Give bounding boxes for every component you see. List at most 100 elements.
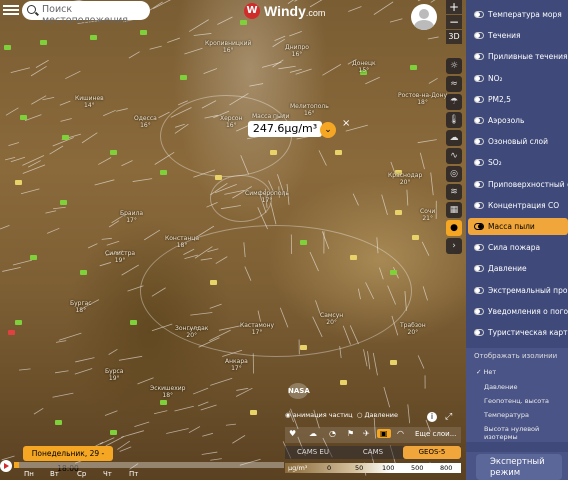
webcam-marker-icon[interactable] xyxy=(140,30,147,35)
webcam-marker-icon[interactable] xyxy=(15,180,22,185)
layer-item[interactable]: Сила пожара xyxy=(468,239,568,256)
webcam-marker-icon[interactable] xyxy=(90,35,97,40)
city-label[interactable]: Сочи 21° xyxy=(420,208,435,222)
zoom-in-button[interactable]: + xyxy=(446,0,462,14)
city-label[interactable]: Симферополь 17° xyxy=(245,190,289,204)
airplane-icon[interactable]: ✈ xyxy=(363,429,370,438)
city-label[interactable]: Масса пыли xyxy=(252,113,289,120)
particles-toggle[interactable]: ◉ анимация частиц ○ Давление xyxy=(285,411,398,419)
city-label[interactable]: Кастамону 17° xyxy=(240,322,274,336)
city-label[interactable]: Бургас 18° xyxy=(70,300,92,314)
fullscreen-icon[interactable]: ⤢ xyxy=(445,412,452,422)
webcam-marker-icon[interactable] xyxy=(340,380,347,385)
webcam-marker-icon[interactable] xyxy=(300,345,307,350)
city-label[interactable]: Бурса 19° xyxy=(105,368,123,382)
search-input[interactable]: Поиск местоположения... xyxy=(22,1,150,26)
map-icon[interactable]: ▦ xyxy=(446,202,462,218)
city-label[interactable]: Кропивницкий 16° xyxy=(205,40,251,54)
webcam-marker-icon[interactable] xyxy=(335,150,342,155)
dust-icon[interactable]: ● xyxy=(446,220,462,236)
model-cams[interactable]: CAMS xyxy=(345,446,401,459)
webcam-marker-icon[interactable] xyxy=(395,210,402,215)
chevron-down-icon[interactable]: ⌄ xyxy=(320,122,336,138)
user-avatar[interactable] xyxy=(411,4,437,30)
city-label[interactable]: Одесса 16° xyxy=(134,115,157,129)
3d-button[interactable]: 3D xyxy=(446,30,462,44)
webcam-marker-icon[interactable] xyxy=(412,235,419,240)
webcam-marker-icon[interactable] xyxy=(180,75,187,80)
temperature-icon[interactable]: 🌡 xyxy=(446,112,462,128)
webcam-marker-icon[interactable] xyxy=(110,150,117,155)
tooltip-close-button[interactable]: × xyxy=(342,118,350,129)
webcam-marker-icon[interactable] xyxy=(240,20,247,25)
webcam-icon[interactable]: ◔ xyxy=(329,429,336,438)
layer-item[interactable]: Приливные течения xyxy=(468,48,568,65)
layer-item[interactable]: Уведомления о погоде xyxy=(468,303,568,320)
city-label[interactable]: Донецк 15° xyxy=(352,60,376,74)
webcam-marker-icon[interactable] xyxy=(160,170,167,175)
webcam-marker-icon[interactable] xyxy=(250,410,257,415)
cloud-icon[interactable]: ☁ xyxy=(446,130,462,146)
tide-icon[interactable]: ≋ xyxy=(446,184,462,200)
city-label[interactable]: Силистра 19° xyxy=(105,250,135,264)
layer-item[interactable]: Температура моря xyxy=(468,6,568,23)
isoline-option-geopotential[interactable]: Геопотенц. высота xyxy=(484,397,549,405)
city-label[interactable]: Браила 17° xyxy=(120,210,143,224)
city-label[interactable]: Мелитополь 16° xyxy=(290,103,329,117)
wave-icon[interactable]: ∿ xyxy=(446,148,462,164)
webcam-marker-icon[interactable] xyxy=(270,150,277,155)
day-label[interactable]: Пт xyxy=(129,470,138,478)
webcam-marker-icon[interactable] xyxy=(160,400,167,405)
layer-item[interactable]: Озоновый слой xyxy=(468,133,568,150)
model-geos5[interactable]: GEOS-5 xyxy=(403,446,461,459)
heart-icon[interactable]: ♥ xyxy=(289,429,296,438)
isoline-option-none[interactable]: ✓ Нет xyxy=(476,368,496,376)
webcam-marker-icon[interactable] xyxy=(62,135,69,140)
more-layers-button[interactable]: Еще слои... xyxy=(415,430,456,438)
day-label[interactable]: Чт xyxy=(103,470,112,478)
chevron-right-icon[interactable]: › xyxy=(446,238,462,254)
layer-item[interactable]: PM2,5 xyxy=(468,91,568,108)
webcam-marker-icon[interactable] xyxy=(300,240,307,245)
webcam-marker-icon[interactable] xyxy=(215,175,222,180)
webcam-marker-icon[interactable] xyxy=(30,255,37,260)
city-label[interactable]: Констанца 18° xyxy=(165,235,199,249)
layer-item[interactable]: NO₂ xyxy=(468,70,568,87)
weather-icon[interactable]: ☁ xyxy=(309,429,317,438)
webcam-marker-icon[interactable] xyxy=(40,40,47,45)
expert-mode-toggle[interactable]: Экспертный режим xyxy=(476,454,562,480)
model-cams-eu[interactable]: CAMS EU xyxy=(285,446,341,459)
city-label[interactable]: Херсон 16° xyxy=(220,115,243,129)
webcam-marker-icon[interactable] xyxy=(80,270,87,275)
day-label[interactable]: Вт xyxy=(50,470,59,478)
day-label[interactable]: Ср xyxy=(77,470,86,478)
windy-logo[interactable]: W Windy.com xyxy=(244,3,325,19)
webcam-marker-icon[interactable] xyxy=(4,45,11,50)
windsock-icon[interactable]: ⚑ xyxy=(347,429,354,438)
isoline-option-freezing-level[interactable]: Высота нулевой изотермы xyxy=(484,425,568,441)
webcam-marker-icon[interactable] xyxy=(60,200,67,205)
city-label[interactable]: Краснодар 20° xyxy=(388,172,422,186)
city-label[interactable]: Ростов-на-Дону 18° xyxy=(398,92,447,106)
layer-item[interactable]: SO₂ xyxy=(468,154,568,171)
webcam-marker-icon[interactable] xyxy=(20,115,27,120)
webcam-marker-icon[interactable] xyxy=(8,330,15,335)
city-label[interactable]: Кишинев 14° xyxy=(75,95,104,109)
city-label[interactable]: Эскишехир 18° xyxy=(150,385,185,399)
webcam-marker-icon[interactable] xyxy=(130,320,137,325)
layer-item[interactable]: Течения xyxy=(468,27,568,44)
city-label[interactable]: Анкара 17° xyxy=(225,358,248,372)
webcam-marker-icon[interactable] xyxy=(410,65,417,70)
webcam-marker-icon[interactable] xyxy=(350,255,357,260)
info-icon[interactable]: i xyxy=(427,412,437,422)
webcam-marker-icon[interactable] xyxy=(390,270,397,275)
layer-item[interactable]: Туристическая карта xyxy=(468,324,568,341)
webcam-marker-icon[interactable] xyxy=(210,280,217,285)
layer-item[interactable]: Аэрозоль xyxy=(468,112,568,129)
day-label[interactable]: Пн xyxy=(24,470,34,478)
wind-icon[interactable]: ≈ xyxy=(446,76,462,92)
timeline-bar[interactable] xyxy=(14,462,284,468)
webcam-marker-icon[interactable] xyxy=(110,430,117,435)
layer-item[interactable]: Масса пыли xyxy=(468,218,568,235)
isoline-option-temperature[interactable]: Температура xyxy=(484,411,529,419)
